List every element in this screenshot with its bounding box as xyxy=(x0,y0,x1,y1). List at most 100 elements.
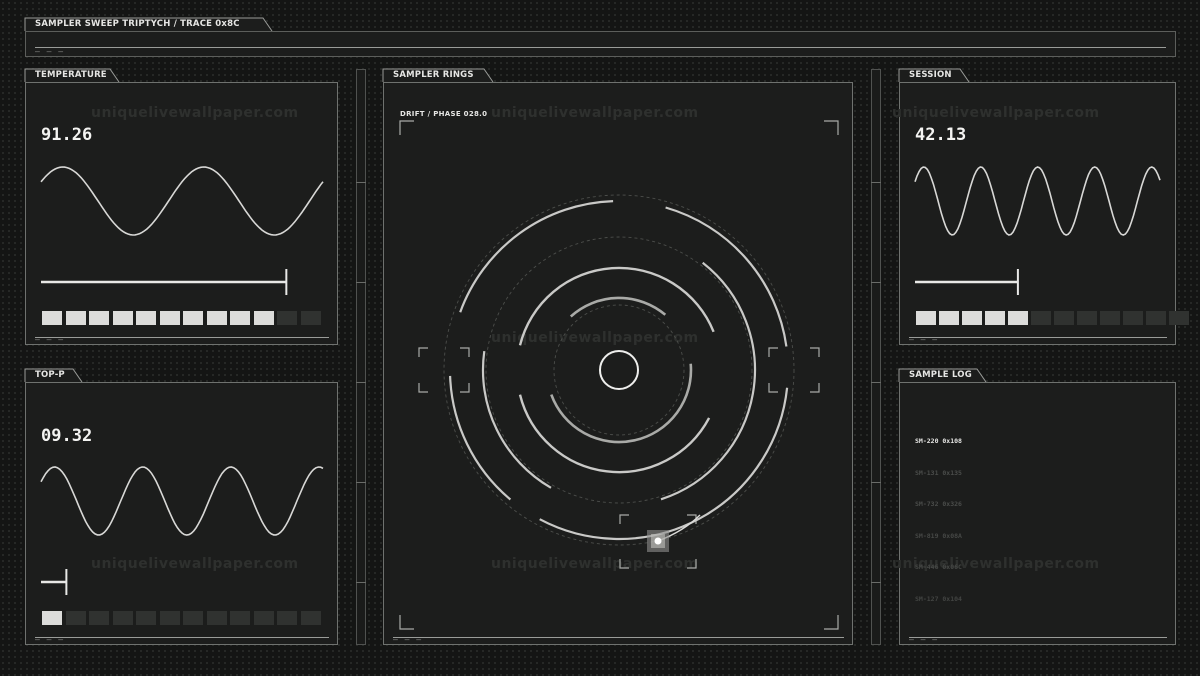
level-chip xyxy=(1146,311,1166,325)
level-chip xyxy=(1077,311,1097,325)
ring-arc-second-a xyxy=(481,350,552,489)
ring-arc-fourth-a xyxy=(569,296,667,318)
level-chip xyxy=(230,311,250,325)
temperature-wave xyxy=(40,166,324,295)
rings-graphic xyxy=(399,120,839,630)
level-chip xyxy=(112,311,133,325)
level-chip xyxy=(112,611,133,625)
header-bar xyxy=(25,31,1176,57)
sample-log-panel: uniquelivewallpaper.com SM-220 0x108 SM-1… xyxy=(892,382,1176,645)
level-chip xyxy=(1008,311,1028,325)
header-tab: SAMPLER SWEEP TRIPTYCH / TRACE 0x8C xyxy=(24,17,273,32)
top-p-wave xyxy=(40,466,324,595)
top-p-label: TOP-P xyxy=(35,370,65,380)
level-chip xyxy=(136,311,156,325)
temperature-panel: uniquelivewallpaper.com 91.26 — — — xyxy=(25,82,338,345)
level-chip xyxy=(183,311,203,325)
top-p-rule xyxy=(35,637,329,638)
corner-bracket-tl xyxy=(399,120,414,135)
session-dash: — — — xyxy=(909,335,939,344)
sweep-dot xyxy=(654,537,662,545)
rings-rule xyxy=(393,637,844,638)
log-entry: SM-819 0x08A xyxy=(915,531,962,540)
guide-ring-outer xyxy=(443,194,795,546)
wave-path xyxy=(40,166,324,236)
wave-path xyxy=(40,466,324,536)
log-entry: SM-131 0x135 xyxy=(915,468,962,477)
header-rule xyxy=(35,47,1166,48)
temperature-dash: — — — xyxy=(35,335,65,344)
ring-arc-outer-b xyxy=(665,206,788,347)
level-chip xyxy=(65,311,86,325)
rings-label: SAMPLER RINGS xyxy=(393,70,474,80)
session-label: SESSION xyxy=(909,70,952,80)
level-chip xyxy=(206,311,227,325)
session-chips xyxy=(916,311,1189,325)
log-entry: SM-446 0x06C xyxy=(915,563,962,571)
level-chip xyxy=(962,311,982,325)
level-chip xyxy=(230,611,250,625)
guide-ring-inner xyxy=(553,304,685,436)
level-chip xyxy=(253,311,274,325)
level-chip xyxy=(939,311,959,325)
level-chip xyxy=(277,311,297,325)
level-chip xyxy=(159,611,180,625)
level-chip xyxy=(89,611,109,625)
level-chip xyxy=(916,311,936,325)
level-chip xyxy=(159,311,180,325)
session-tab: SESSION xyxy=(898,68,970,83)
left-separator xyxy=(356,69,366,645)
center-ring xyxy=(599,350,639,390)
sample-log-rule xyxy=(909,637,1167,638)
corner-bracket-bl xyxy=(399,615,414,630)
sample-log-dash: — — — xyxy=(909,635,939,644)
level-chip xyxy=(89,311,109,325)
level-chip xyxy=(277,611,297,625)
log-entry: SM-732 0x326 xyxy=(915,500,962,508)
log-entry: SM-220 0x108 xyxy=(915,437,962,445)
level-chip xyxy=(206,611,227,625)
rings-panel: DRIFT / PHASE 028.0 uniquelivewallpaper.… xyxy=(383,82,853,645)
level-chip xyxy=(136,611,156,625)
level-chip xyxy=(1123,311,1143,325)
level-chip xyxy=(1169,311,1189,325)
right-separator xyxy=(871,69,881,645)
session-rule xyxy=(909,337,1167,338)
sample-log-tab: SAMPLE LOG xyxy=(898,368,987,383)
level-chip xyxy=(300,311,321,325)
top-p-dash: — — — xyxy=(35,635,65,644)
top-p-panel: uniquelivewallpaper.com 09.32 — — — xyxy=(25,382,338,645)
header-dash: — — — xyxy=(35,47,65,56)
ring-arc-fourth-b xyxy=(550,363,693,444)
level-chip xyxy=(42,611,62,625)
ring-arc-second-b xyxy=(660,261,757,501)
level-chip xyxy=(1054,311,1074,325)
guide-ring-mid xyxy=(485,236,753,504)
corner-bracket-tr xyxy=(824,120,839,135)
temperature-label: TEMPERATURE xyxy=(35,70,107,80)
level-chip xyxy=(1031,311,1051,325)
header-title: SAMPLER SWEEP TRIPTYCH / TRACE 0x8C xyxy=(35,19,240,29)
wave-path xyxy=(914,166,1161,236)
session-panel: uniquelivewallpaper.com 42.13 — — — xyxy=(892,82,1189,345)
level-chip xyxy=(65,611,86,625)
level-chip xyxy=(300,611,321,625)
top-p-tab: TOP-P xyxy=(24,368,83,383)
level-chip xyxy=(985,311,1005,325)
log-entry: SM-127 0x104 xyxy=(915,594,962,603)
rings-tab: SAMPLER RINGS xyxy=(382,68,494,83)
level-chip xyxy=(183,611,203,625)
sample-log-label: SAMPLE LOG xyxy=(909,370,972,380)
temperature-chips xyxy=(42,311,321,325)
temperature-tab: TEMPERATURE xyxy=(24,68,120,83)
ring-arc-outer-a xyxy=(459,200,614,313)
temperature-rule xyxy=(35,337,329,338)
corner-bracket-br xyxy=(824,615,839,630)
level-chip xyxy=(42,311,62,325)
level-chip xyxy=(1100,311,1120,325)
top-p-chips xyxy=(42,611,321,625)
level-chip xyxy=(253,611,274,625)
ring-arc-third-a xyxy=(518,266,715,346)
rings-dash: — — — xyxy=(393,635,423,644)
session-wave xyxy=(914,166,1161,295)
